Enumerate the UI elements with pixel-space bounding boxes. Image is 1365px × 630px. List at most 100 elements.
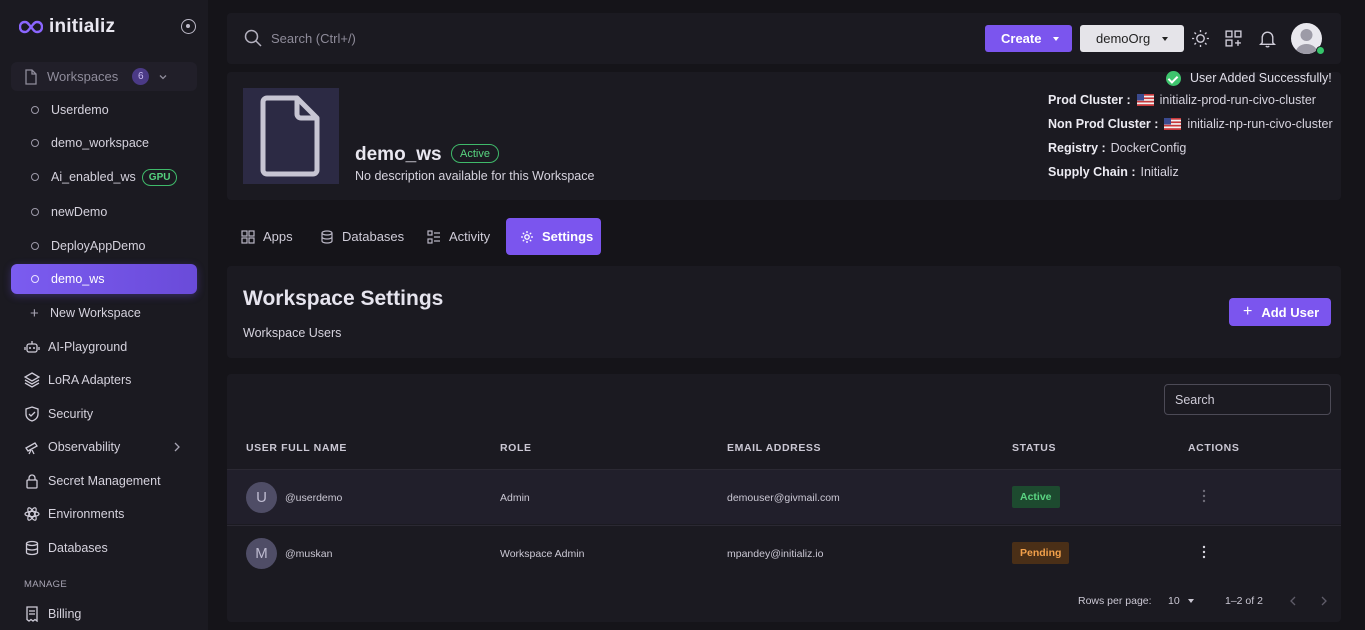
workspaces-toggle[interactable]: Workspaces 6 <box>11 62 197 91</box>
circle-icon <box>31 173 39 181</box>
chevron-down-icon <box>159 74 167 79</box>
email-cell: demouser@givmail.com <box>727 492 840 504</box>
brand[interactable]: initializ <box>19 15 115 39</box>
sidebar-item-billing[interactable]: Billing <box>24 602 194 626</box>
column-header-role[interactable]: ROLE <box>500 442 532 454</box>
meta-label: Non Prod Cluster : <box>1048 117 1159 131</box>
circle-icon <box>31 139 39 147</box>
manage-section-label: MANAGE <box>24 579 67 590</box>
sidebar-workspace-demo-workspace[interactable]: demo_workspace <box>11 128 197 158</box>
layers-icon <box>24 372 40 388</box>
workspaces-label: Workspaces <box>47 69 119 84</box>
table-row[interactable]: M @muskan Workspace Admin mpandey@initia… <box>227 525 1341 580</box>
user-initial-avatar: M <box>246 538 277 569</box>
search-icon <box>244 29 262 47</box>
settings-title: Workspace Settings <box>243 287 444 310</box>
robot-icon <box>24 341 40 353</box>
sidebar-workspace-newdemo[interactable]: newDemo <box>11 197 197 227</box>
database-icon <box>25 540 39 556</box>
new-workspace-button[interactable]: + New Workspace <box>11 298 197 328</box>
add-user-label: Add User <box>1261 304 1320 320</box>
tab-label: Activity <box>449 229 491 244</box>
nav-label: Databases <box>48 541 108 555</box>
sidebar-workspace-userdemo[interactable]: Userdemo <box>11 95 197 125</box>
column-header-user-full-name[interactable]: USER FULL NAME <box>246 442 347 454</box>
sidebar-workspace-deployappdemo[interactable]: DeployAppDemo <box>11 231 197 261</box>
infinity-logo-icon <box>19 20 43 34</box>
sun-icon[interactable] <box>1191 29 1210 48</box>
tab-activity[interactable]: Activity <box>413 218 503 255</box>
plus-icon: + <box>1243 303 1253 320</box>
apps-grid-icon[interactable] <box>1224 29 1243 48</box>
nav-label: Environments <box>48 507 125 521</box>
email-cell: mpandey@initializ.io <box>727 548 824 560</box>
shield-icon <box>25 406 39 422</box>
nav-label: Observability <box>48 440 121 454</box>
check-circle-icon <box>1166 70 1181 86</box>
more-vertical-icon[interactable] <box>1202 489 1206 503</box>
tab-apps[interactable]: Apps <box>227 218 307 255</box>
sidebar-item-secret-management[interactable]: Secret Management <box>24 469 194 493</box>
chevron-right-icon[interactable] <box>1320 596 1328 606</box>
success-toast: User Added Successfully! <box>1166 69 1332 87</box>
column-header-email[interactable]: EMAIL ADDRESS <box>727 442 821 454</box>
pagination-range: 1–2 of 2 <box>1225 595 1263 607</box>
workspace-title: demo_ws <box>355 144 442 165</box>
sidebar-item-ai-playground[interactable]: AI-Playground <box>24 335 194 359</box>
toast-message: User Added Successfully! <box>1190 71 1332 85</box>
workspace-label: newDemo <box>51 205 108 219</box>
create-button[interactable]: Create <box>985 25 1072 52</box>
rows-per-page-select[interactable]: 10 <box>1168 595 1194 607</box>
table-row[interactable]: U @userdemo Admin demouser@givmail.com A… <box>227 469 1341 524</box>
database-icon <box>321 229 333 244</box>
workspace-thumbnail <box>243 88 339 184</box>
apps-icon <box>241 229 255 244</box>
document-icon <box>260 95 320 177</box>
user-name-cell: @userdemo <box>285 492 343 504</box>
atom-icon <box>24 507 40 521</box>
column-header-status[interactable]: STATUS <box>1012 442 1056 454</box>
sidebar-item-observability[interactable]: Observability <box>24 435 194 459</box>
role-cell: Admin <box>500 492 530 504</box>
role-cell: Workspace Admin <box>500 548 585 560</box>
circle-icon <box>31 106 39 114</box>
sidebar-item-security[interactable]: Security <box>24 402 194 426</box>
column-header-actions: ACTIONS <box>1188 442 1240 454</box>
chevron-right-icon <box>174 442 180 452</box>
chevron-left-icon[interactable] <box>1289 596 1297 606</box>
us-flag-icon <box>1136 94 1154 106</box>
tab-settings[interactable]: Settings <box>506 218 601 255</box>
tab-label: Apps <box>263 229 293 244</box>
settings-subtitle: Workspace Users <box>243 326 342 340</box>
more-vertical-icon[interactable] <box>1202 545 1206 559</box>
global-search-input[interactable]: Search (Ctrl+/) <box>271 31 356 46</box>
prod-cluster-info: Prod Cluster : initializ-prod-run-civo-c… <box>1048 93 1316 107</box>
nav-label: Security <box>48 407 94 421</box>
workspace-label: demo_workspace <box>51 136 149 150</box>
meta-value: Initializ <box>1140 165 1179 179</box>
meta-label: Supply Chain : <box>1048 165 1136 179</box>
sidebar-workspace-ai-enabled-ws[interactable]: Ai_enabled_ws GPU <box>11 162 197 192</box>
add-user-button[interactable]: + Add User <box>1229 298 1331 326</box>
collapse-sidebar-button[interactable] <box>181 19 196 34</box>
bell-icon[interactable] <box>1258 29 1277 48</box>
circle-icon <box>31 275 39 283</box>
gpu-badge: GPU <box>141 168 178 186</box>
table-search-input[interactable]: Search <box>1164 384 1331 415</box>
sidebar-item-databases[interactable]: Databases <box>24 536 194 560</box>
nav-label: Billing <box>48 607 82 621</box>
org-selector[interactable]: demoOrg <box>1080 25 1184 52</box>
workspace-label: Userdemo <box>51 103 109 117</box>
sidebar-workspace-demo-ws[interactable]: demo_ws <box>11 264 197 294</box>
sidebar-item-environments[interactable]: Environments <box>24 502 194 526</box>
meta-value: initializ-prod-run-civo-cluster <box>1159 93 1316 107</box>
caret-down-icon <box>1053 36 1060 41</box>
sidebar: initializ Workspaces 6 Userdemo demo_wor… <box>0 0 208 630</box>
brand-name: initializ <box>49 16 116 37</box>
workspace-description: No description available for this Worksp… <box>355 169 595 183</box>
workspace-label: Ai_enabled_ws <box>51 170 136 184</box>
nav-label: AI-Playground <box>48 340 128 354</box>
tab-databases[interactable]: Databases <box>306 218 414 255</box>
sidebar-item-lora-adapters[interactable]: LoRA Adapters <box>24 368 194 392</box>
workspace-label: DeployAppDemo <box>51 239 146 253</box>
